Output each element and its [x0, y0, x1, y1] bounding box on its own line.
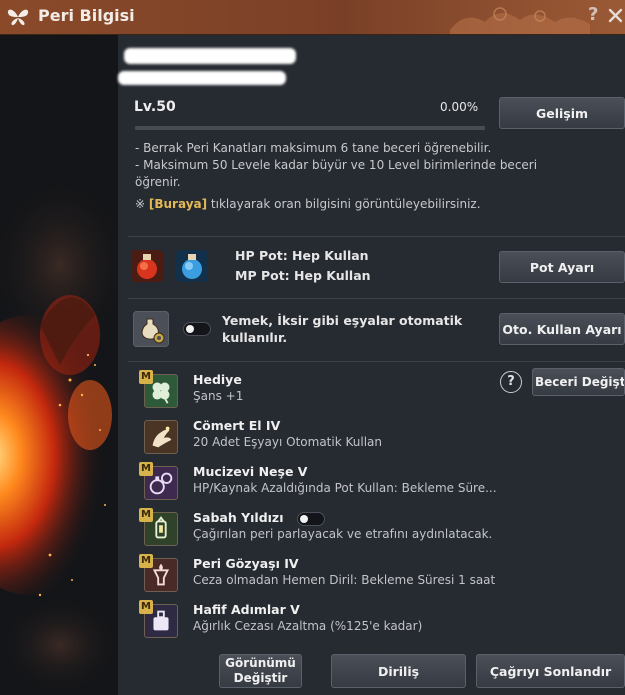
- skill-name: Hediye: [193, 372, 242, 387]
- auto-use-toggle[interactable]: [183, 322, 211, 336]
- level-label: Lv.50: [134, 99, 176, 115]
- close-icon[interactable]: [606, 2, 625, 28]
- skill-desc: HP/Kaynak Azaldığında Pot Kullan: Beklem…: [193, 481, 497, 495]
- skill-desc: 20 Adet Eşyayı Otomatik Kullan: [193, 435, 382, 449]
- auto-use-settings-button[interactable]: Oto. Kullan Ayarı: [499, 313, 625, 345]
- note-line-3: öğrenir.: [135, 175, 181, 189]
- mp-potion-icon: [176, 250, 208, 282]
- skill-row: Cömert El IV 20 Adet Eşyayı Otomatik Kul…: [140, 418, 620, 462]
- hp-pot-setting: HP Pot: Hep Kullan: [235, 248, 369, 263]
- cloud-ornament-icon: [450, 7, 590, 34]
- redacted-subtitle: [118, 71, 286, 85]
- skill-row: M Sabah Yıldızı Çağırılan peri parlayaca…: [139, 508, 620, 554]
- change-view-line-1: Görünümü: [225, 656, 296, 670]
- skill-name: Cömert El IV: [193, 418, 281, 433]
- upgrade-button[interactable]: Gelişim: [499, 97, 625, 129]
- skill-row: M Hafif Adımlar V Ağırlık Cezası Azaltma…: [139, 600, 620, 646]
- mp-pot-setting: MP Pot: Hep Kullan: [235, 268, 371, 283]
- skill-name: Mucizevi Neşe V: [193, 464, 308, 479]
- level-progress-bar: [135, 126, 485, 130]
- skill-desc: Ceza olmadan Hemen Diril: Bekleme Süresi…: [193, 573, 496, 587]
- skill-desc: Ağırlık Cezası Azaltma (%125'e kadar): [193, 619, 423, 633]
- note-line-2: - Maksimum 50 Levele kadar büyür ve 10 L…: [135, 158, 538, 172]
- level-percent: 0.00%: [440, 100, 479, 114]
- skill-name: Sabah Yıldızı: [193, 510, 284, 525]
- change-view-line-2: Değiştir: [233, 671, 288, 685]
- rate-info-note: ※ [Buraya] tıklayarak oran bilgisini gör…: [135, 196, 481, 212]
- rate-info-prefix: ※: [135, 197, 149, 211]
- end-summon-button[interactable]: Çağrıyı Sonlandır: [476, 654, 625, 688]
- divider: [128, 361, 625, 362]
- fairy-portrait: [0, 35, 118, 695]
- master-badge: M: [139, 370, 153, 384]
- skill-row: M Hediye Şans +1: [139, 370, 620, 416]
- redacted-name: [124, 48, 296, 64]
- fairy-hand-icon: [144, 420, 178, 454]
- pot-settings-button[interactable]: Pot Ayarı: [499, 251, 625, 283]
- note-line-1: - Berrak Peri Kanatları maksimum 6 tane …: [135, 141, 492, 155]
- master-badge: M: [139, 600, 153, 614]
- skill-row: M Peri Gözyaşı IV Ceza olmadan Hemen Dir…: [139, 554, 620, 600]
- help-icon[interactable]: ?: [588, 4, 598, 25]
- auto-use-line-2: kullanılır.: [222, 330, 288, 345]
- divider: [128, 236, 625, 237]
- window-titlebar: Peri Bilgisi ?: [0, 0, 625, 35]
- revive-button[interactable]: Diriliş: [331, 654, 466, 688]
- potion-gear-icon: [133, 311, 169, 347]
- skill-desc: Çağırılan peri parlayacak ve etrafını ay…: [193, 527, 493, 541]
- butterfly-icon: [7, 9, 29, 26]
- skill-desc: Şans +1: [193, 389, 244, 403]
- master-badge: M: [139, 554, 153, 568]
- skill-row: M Mucizevi Neşe V HP/Kaynak Azaldığında …: [139, 462, 620, 508]
- auto-use-line-1: Yemek, İksir gibi eşyalar otomatik: [222, 313, 463, 328]
- morning-star-toggle[interactable]: [297, 512, 325, 526]
- master-badge: M: [139, 508, 153, 522]
- divider: [128, 298, 625, 299]
- window-title: Peri Bilgisi: [38, 6, 135, 25]
- master-badge: M: [139, 462, 153, 476]
- hp-potion-icon: [131, 250, 163, 282]
- toggle-knob: [300, 515, 308, 523]
- skill-name: Peri Gözyaşı IV: [193, 556, 299, 571]
- rate-info-suffix: tıklayarak oran bilgisini görüntüleyebil…: [207, 197, 481, 211]
- skill-name: Hafif Adımlar V: [193, 602, 300, 617]
- change-view-button[interactable]: Görünümü Değiştir: [219, 654, 302, 688]
- rate-info-link[interactable]: [Buraya]: [149, 197, 207, 211]
- fire-fairy-artwork: [0, 175, 118, 695]
- toggle-knob: [186, 325, 194, 333]
